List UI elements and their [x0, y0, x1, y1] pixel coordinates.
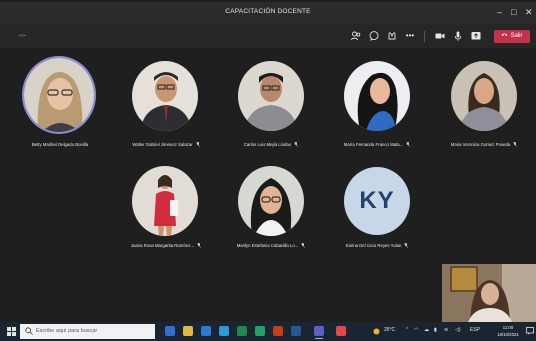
share-screen-icon[interactable]	[470, 30, 482, 42]
leave-button[interactable]: Salir	[494, 30, 530, 43]
excel-icon[interactable]	[237, 326, 247, 336]
participant-name: Karina Del rocio Reyes Yulan	[327, 243, 427, 248]
clock-date: 18/10/2021	[497, 332, 519, 337]
meeting-toolbar: -○- ••• Salir	[0, 24, 536, 48]
notifications-icon[interactable]	[526, 327, 534, 335]
window-title: CAPACITACIÓN DOCENTE	[225, 8, 311, 15]
mic-off-icon	[404, 243, 409, 248]
participant-name: María Fernanda Franco Mata...	[327, 142, 427, 147]
leave-label: Salir	[510, 33, 523, 39]
more-options-icon[interactable]: •••	[404, 30, 416, 42]
mic-off-icon	[197, 243, 202, 248]
maximize-button[interactable]: □	[511, 7, 516, 17]
volume-icon[interactable]: ◁)	[455, 327, 461, 333]
network-icon[interactable]: ◠	[414, 327, 418, 333]
participant-avatar	[132, 61, 198, 131]
participant-avatar	[451, 61, 517, 131]
mic-off-icon	[294, 142, 299, 147]
taskbar-search-box[interactable]: Escribe aquí para buscar	[20, 324, 155, 339]
teams-icon[interactable]	[314, 326, 324, 339]
search-placeholder: Escribe aquí para buscar	[36, 328, 98, 334]
participant-name: Betty Maribel Delgado Bonilla	[31, 142, 89, 147]
search-icon	[25, 327, 33, 335]
participant-name: Maria Veronica Gomez Poveda	[434, 142, 534, 147]
chat-icon[interactable]	[368, 30, 380, 42]
word-icon[interactable]	[291, 326, 301, 336]
windows-taskbar: Escribe aquí para buscar 26°C ⌃ ◠ ☁ ▮ ≋ …	[0, 322, 536, 341]
file-explorer-icon[interactable]	[183, 326, 193, 336]
meeting-timer-icon: -○-	[18, 33, 26, 39]
wifi-icon[interactable]: ≋	[444, 327, 448, 333]
reactions-icon[interactable]	[386, 30, 398, 42]
participant-avatar	[238, 166, 304, 236]
spreadsheet-icon[interactable]	[255, 326, 265, 336]
store-icon[interactable]	[219, 326, 229, 336]
weather-sun-icon	[373, 328, 380, 335]
phone-icon	[501, 30, 508, 43]
participant-avatar	[344, 61, 410, 131]
people-icon[interactable]	[350, 30, 362, 42]
toolbar-divider	[424, 31, 425, 42]
mic-off-icon	[513, 142, 518, 147]
teams-meeting-window: CAPACITACIÓN DOCENTE – □ ✕ -○- ••• Salir…	[0, 0, 536, 341]
taskbar-clock[interactable]: 11:00 18/10/2021	[493, 324, 523, 338]
windows-start-icon[interactable]	[7, 327, 16, 336]
chevron-up-icon[interactable]: ⌃	[405, 327, 409, 333]
onedrive-icon[interactable]: ☁	[424, 327, 429, 333]
participant-avatar	[132, 166, 198, 236]
edge-icon[interactable]	[201, 326, 211, 336]
participant-name: Walter Gabriel Jimenez Salazar	[116, 142, 216, 147]
powerpoint-icon[interactable]	[273, 326, 283, 336]
microphone-icon[interactable]	[452, 30, 464, 42]
language-indicator[interactable]: ESP	[470, 327, 480, 333]
mic-off-icon	[406, 142, 411, 147]
participant-name: Marilyn Estefania Cabanilla Lo...	[221, 243, 321, 248]
task-view-icon[interactable]	[165, 326, 175, 336]
participant-avatar	[22, 56, 96, 134]
camera-icon[interactable]	[434, 30, 446, 42]
participant-avatar	[238, 61, 304, 131]
clock-time: 11:00	[502, 325, 514, 330]
minimize-button[interactable]: –	[497, 7, 502, 17]
self-video-preview[interactable]	[442, 264, 536, 322]
initials-avatar: KY	[344, 167, 410, 235]
participant-name: Carlos Luis Mejía Lindao	[221, 142, 321, 147]
mic-off-icon	[195, 142, 200, 147]
title-bar: CAPACITACIÓN DOCENTE – □ ✕	[0, 2, 536, 24]
weather-temperature[interactable]: 26°C	[384, 327, 395, 333]
close-button[interactable]: ✕	[525, 7, 533, 17]
chrome-icon[interactable]	[336, 326, 346, 336]
battery-icon[interactable]: ▮	[434, 327, 437, 333]
participant-name: Juana Rosa Margarita Ramírez...	[116, 243, 216, 248]
mic-off-icon	[301, 243, 306, 248]
